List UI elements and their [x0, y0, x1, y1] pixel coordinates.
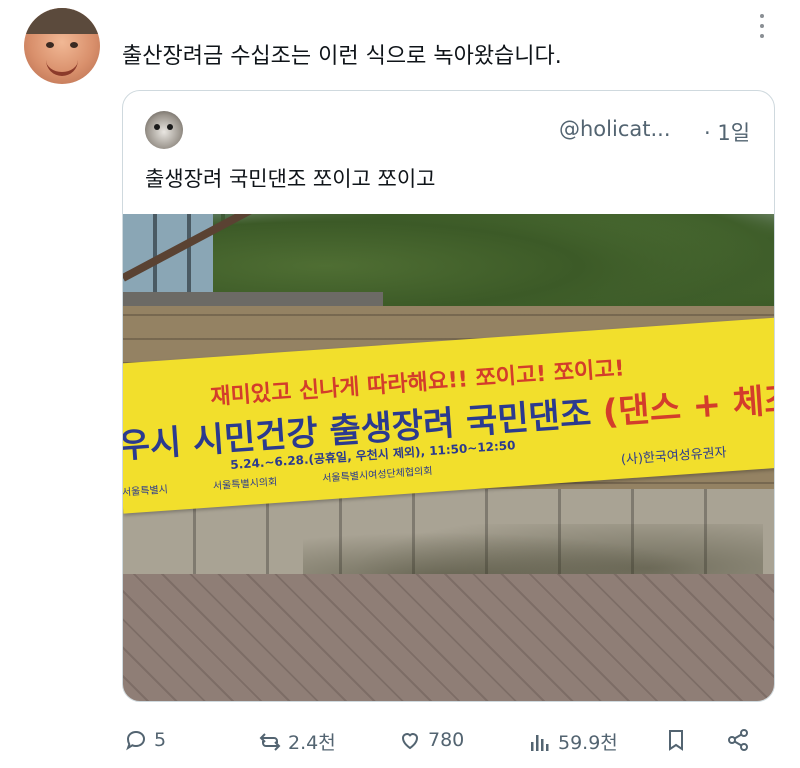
avatar-hair — [24, 8, 100, 34]
share-icon — [728, 729, 748, 751]
bookmark-button[interactable] — [664, 728, 688, 752]
repost-icon — [259, 732, 281, 751]
share-button[interactable] — [726, 728, 750, 752]
reply-count: 5 — [154, 729, 167, 751]
more-options-icon[interactable] — [752, 12, 772, 40]
bookmark-icon — [669, 730, 683, 751]
photo-sidewalk — [123, 574, 774, 701]
banner-organization: (사)한국여성유권자 — [620, 445, 728, 468]
action-bar: 5 2.4천 780 59.9천 — [0, 724, 800, 764]
quoted-author-handle[interactable]: @holicat... — [559, 117, 671, 141]
post-text: 출산장려금 수십조는 이런 식으로 녹아왔습니다. — [122, 44, 562, 69]
quoted-post-photo[interactable]: 재미있고 신나게 따라해요!! 쪼이고! 쪼이고! 우시 시민건강 출생장려 국… — [123, 214, 775, 701]
avatar-eye-right — [70, 42, 78, 48]
like-count: 780 — [428, 729, 465, 751]
banner-line2-red: (댄스 + 체조) — [601, 378, 775, 433]
author-avatar[interactable] — [24, 8, 100, 84]
reply-icon — [126, 730, 146, 751]
views-icon — [531, 734, 549, 751]
photo-wall-roof — [123, 292, 383, 306]
reply-button[interactable]: 5 — [124, 728, 166, 752]
repost-button[interactable]: 2.4천 — [258, 728, 336, 755]
banner-logo-3: 서울특별시여성단체협의회 — [321, 465, 433, 485]
banner-logo-1: 서울특별시 — [123, 484, 169, 499]
views-count: 59.9천 — [558, 732, 618, 754]
repost-count: 2.4천 — [288, 732, 336, 754]
quoted-author-avatar[interactable] — [145, 111, 183, 149]
like-button[interactable]: 780 — [398, 728, 464, 752]
quoted-post-time[interactable]: · 1일 — [704, 117, 750, 147]
heart-icon — [401, 733, 419, 750]
quoted-post-text: 출생장려 국민댄조 쪼이고 쪼이고 — [145, 167, 436, 191]
avatar-mouth — [46, 60, 78, 76]
views-button[interactable]: 59.9천 — [528, 728, 618, 755]
avatar-eye-left — [46, 42, 54, 48]
banner-logo-2: 서울특별시의회 — [212, 476, 278, 493]
quoted-post-card[interactable]: @holicat... · 1일 출생장려 국민댄조 쪼이고 쪼이고 재미있고 … — [122, 90, 775, 702]
